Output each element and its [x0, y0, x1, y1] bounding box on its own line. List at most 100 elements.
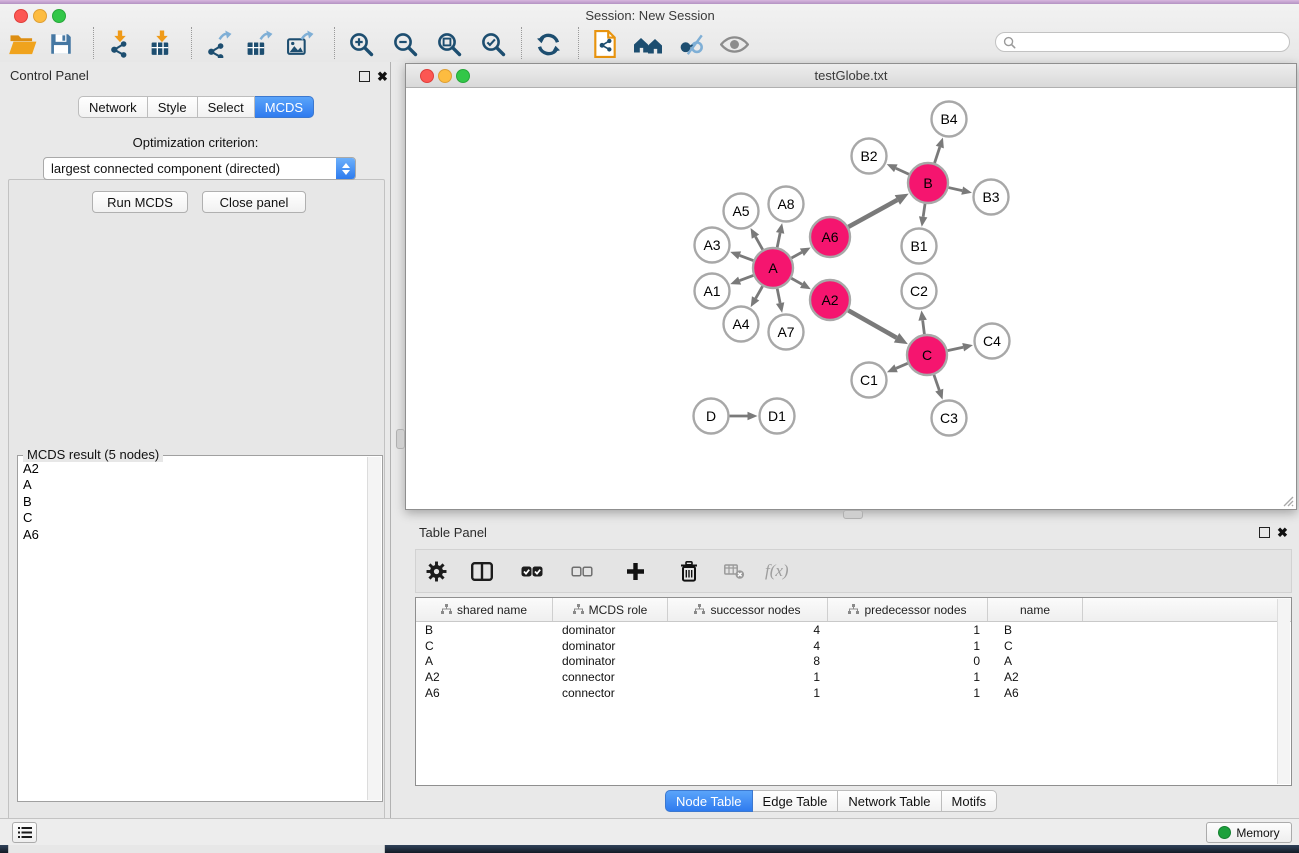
column-header-shared-name[interactable]: shared name: [416, 598, 553, 621]
graph-edge-C-C3[interactable]: [934, 375, 943, 400]
column-header-predecessor-nodes[interactable]: predecessor nodes: [828, 598, 988, 621]
node-table-scrollbar[interactable]: [1277, 599, 1290, 784]
app-close-button[interactable]: [14, 9, 28, 23]
graph-edge-C-C1[interactable]: [887, 363, 908, 372]
graph-node-C1[interactable]: C1: [852, 363, 887, 398]
mcds-result-item[interactable]: A: [23, 477, 367, 493]
network-window-close-button[interactable]: [420, 69, 434, 83]
zoom-fit-button[interactable]: [431, 27, 467, 61]
control-panel-close-icon[interactable]: ✖: [377, 72, 388, 81]
table-row[interactable]: Adominator80A: [416, 653, 1291, 669]
export-table-button[interactable]: [241, 27, 277, 61]
graph-node-C4[interactable]: C4: [975, 324, 1010, 359]
table-row[interactable]: Cdominator41C: [416, 638, 1291, 654]
show-view-button[interactable]: [716, 27, 752, 61]
mcds-result-scrollbar[interactable]: [367, 457, 381, 800]
graph-edge-A2-C[interactable]: [848, 310, 908, 344]
graph-node-B[interactable]: B: [908, 163, 948, 203]
graph-edge-B-B4[interactable]: [935, 138, 944, 164]
search-input[interactable]: [1016, 33, 1289, 51]
graph-edge-A-A3[interactable]: [730, 251, 753, 260]
apply-layout-button[interactable]: [530, 27, 566, 61]
graph-edge-C-C2[interactable]: [918, 310, 926, 334]
graph-node-D1[interactable]: D1: [760, 399, 795, 434]
graph-node-A8[interactable]: A8: [769, 187, 804, 222]
graph-node-A1[interactable]: A1: [695, 274, 730, 309]
graph-node-B2[interactable]: B2: [852, 139, 887, 174]
tab-style[interactable]: Style: [148, 96, 198, 118]
table-row[interactable]: A2connector11A2: [416, 669, 1291, 685]
graph-edge-A-A8[interactable]: [776, 223, 784, 247]
graph-edge-A6-B[interactable]: [848, 194, 908, 227]
optimization-criterion-dropdown[interactable]: largest connected component (directed): [43, 157, 356, 180]
graph-node-B4[interactable]: B4: [932, 102, 967, 137]
graph-edge-B-B1[interactable]: [919, 204, 927, 227]
splitter-grip-horizontal[interactable]: [843, 510, 863, 519]
graph-node-A6[interactable]: A6: [810, 217, 850, 257]
graph-node-C[interactable]: C: [907, 335, 947, 375]
network-file-button[interactable]: [587, 27, 623, 61]
network-graph-canvas[interactable]: A A6 A2 B C A1 A3 A4 A5 A7 A8 B1 B2 B3 B4 C1 C2 C3 C4 D D1: [406, 87, 1296, 508]
zoom-in-button[interactable]: [343, 27, 379, 61]
mcds-result-item[interactable]: A2: [23, 461, 367, 477]
export-network-button[interactable]: [200, 27, 236, 61]
network-window-minimize-button[interactable]: [438, 69, 452, 83]
tab-network[interactable]: Network: [78, 96, 148, 118]
open-file-button[interactable]: [5, 27, 41, 61]
graph-edge-A-A4[interactable]: [751, 286, 763, 307]
graph-node-B1[interactable]: B1: [902, 229, 937, 264]
graph-node-C2[interactable]: C2: [902, 274, 937, 309]
network-window-resize-grip[interactable]: [1281, 494, 1294, 507]
column-header-name[interactable]: name: [988, 598, 1083, 621]
graph-edge-A-A6[interactable]: [791, 248, 810, 258]
graph-edge-A-A2[interactable]: [791, 278, 811, 289]
graph-edge-B-B3[interactable]: [948, 186, 971, 194]
graph-edge-A-A1[interactable]: [730, 275, 753, 284]
control-panel-float-icon[interactable]: [359, 71, 370, 82]
import-network-button[interactable]: [102, 27, 138, 61]
graph-node-A5[interactable]: A5: [724, 194, 759, 229]
search-field[interactable]: [995, 32, 1290, 52]
graph-node-A7[interactable]: A7: [769, 315, 804, 350]
graph-node-D[interactable]: D: [694, 399, 729, 434]
table-row[interactable]: Bdominator41B: [416, 622, 1291, 638]
graph-edge-D-D1[interactable]: [730, 412, 758, 421]
graph-node-C3[interactable]: C3: [932, 401, 967, 436]
network-window-zoom-button[interactable]: [456, 69, 470, 83]
tab-mcds[interactable]: MCDS: [255, 96, 314, 118]
graph-edge-B-B2[interactable]: [887, 164, 909, 174]
split-table-button[interactable]: [457, 554, 507, 588]
graph-edge-A-A5[interactable]: [751, 228, 763, 250]
export-image-button[interactable]: [282, 27, 318, 61]
column-header-successor-nodes[interactable]: successor nodes: [668, 598, 828, 621]
show-panels-button[interactable]: [12, 822, 37, 843]
mcds-result-list[interactable]: A2ABCA6: [19, 459, 367, 800]
graph-node-A4[interactable]: A4: [724, 307, 759, 342]
graph-node-B3[interactable]: B3: [974, 180, 1009, 215]
graph-node-A3[interactable]: A3: [695, 228, 730, 263]
deselect-all-columns-button[interactable]: [557, 554, 607, 588]
save-session-button[interactable]: [43, 27, 79, 61]
mcds-result-item[interactable]: A6: [23, 527, 367, 543]
graph-node-A2[interactable]: A2: [810, 280, 850, 320]
graph-edge-C-C4[interactable]: [948, 343, 973, 351]
delete-column-button[interactable]: [664, 554, 714, 588]
run-mcds-button[interactable]: Run MCDS: [92, 191, 188, 213]
app-minimize-button[interactable]: [33, 9, 47, 23]
tab-motifs[interactable]: Motifs: [942, 790, 998, 812]
zoom-out-button[interactable]: [387, 27, 423, 61]
table-panel-close-icon[interactable]: ✖: [1277, 528, 1288, 537]
mcds-result-item[interactable]: C: [23, 510, 367, 526]
hide-details-button[interactable]: [673, 27, 709, 61]
table-row[interactable]: A6connector11A6: [416, 685, 1291, 701]
home-button[interactable]: [630, 27, 666, 61]
tab-select[interactable]: Select: [198, 96, 255, 118]
splitter-grip-vertical[interactable]: [396, 429, 405, 449]
table-settings-button[interactable]: [416, 554, 457, 588]
tab-network-table[interactable]: Network Table: [838, 790, 941, 812]
mcds-result-item[interactable]: B: [23, 494, 367, 510]
column-header-MCDS-role[interactable]: MCDS role: [553, 598, 668, 621]
graph-node-A[interactable]: A: [753, 248, 793, 288]
graph-edge-A-A7[interactable]: [776, 289, 784, 313]
network-window-titlebar[interactable]: testGlobe.txt: [406, 64, 1296, 88]
